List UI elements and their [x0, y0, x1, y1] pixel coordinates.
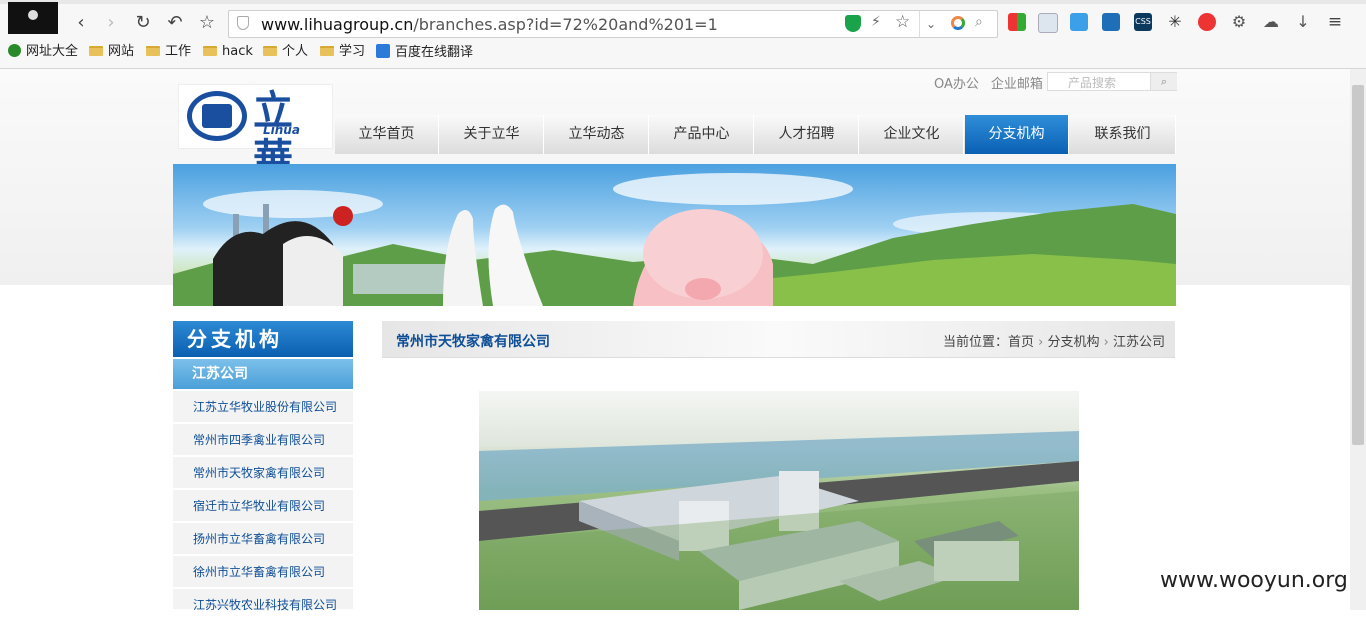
facility-photo — [479, 391, 1079, 610]
bug-icon[interactable]: ✳ — [1166, 13, 1184, 31]
nav-about[interactable]: 关于立华 — [440, 115, 544, 154]
reload-icon[interactable]: ↻ — [132, 12, 154, 34]
breadcrumb: 当前位置：首页 › 分支机构 › 江苏公司 — [943, 331, 1165, 350]
cloud-drive-icon[interactable] — [1102, 13, 1120, 31]
bookmark-item[interactable]: 百度在线翻译 — [376, 44, 473, 60]
profile-avatar[interactable] — [8, 2, 58, 34]
scrollbar-thumb[interactable] — [1352, 85, 1364, 445]
site-info-icon[interactable] — [237, 16, 249, 30]
bookmark-star-icon[interactable]: ☆ — [895, 12, 910, 32]
content-title: 常州市天牧家禽有限公司 — [396, 334, 550, 350]
weibo-icon[interactable] — [1198, 13, 1216, 31]
sidebar-item[interactable]: 常州市四季禽业有限公司 — [173, 424, 353, 456]
folder-icon — [203, 46, 217, 56]
bookmark-item[interactable]: 个人 — [263, 44, 308, 60]
address-bar[interactable]: www.lihuagroup.cn/branches.asp?id=72%20a… — [228, 10, 998, 38]
globe-icon — [8, 44, 21, 57]
css-icon[interactable]: CSS — [1134, 13, 1152, 31]
sidebar-item[interactable]: 江苏兴牧农业科技有限公司 — [173, 589, 353, 612]
search-button[interactable]: ⌕ — [1150, 73, 1177, 90]
site-logo[interactable]: 立華 Lihua — [178, 84, 333, 182]
breadcrumb-current[interactable]: 江苏公司 — [1113, 335, 1165, 350]
lightning-icon[interactable]: ⚡ — [871, 14, 881, 30]
logo-emblem — [187, 91, 247, 141]
bookmark-item[interactable]: 网址大全 — [8, 44, 78, 60]
sidebar-item[interactable]: 江苏立华牧业股份有限公司 — [173, 391, 353, 423]
back-icon[interactable]: ‹ — [70, 12, 92, 34]
nav-branches[interactable]: 分支机构 — [965, 115, 1069, 154]
folder-icon — [146, 46, 160, 56]
apps-icon[interactable] — [1008, 13, 1026, 31]
facility-illustration — [479, 431, 1079, 610]
logo-subtext: Lihua — [263, 123, 300, 137]
tab-strip — [0, 0, 1366, 4]
nav-contact[interactable]: 联系我们 — [1070, 115, 1176, 154]
bookmark-item[interactable]: 工作 — [146, 44, 191, 60]
banner-illustration — [173, 173, 1176, 306]
search-input[interactable]: 产品搜索 — [1068, 74, 1116, 91]
breadcrumb-home[interactable]: 首页 — [1008, 335, 1034, 350]
email-link[interactable]: 企业邮箱 — [991, 77, 1043, 92]
main-nav: 立华首页 关于立华 立华动态 产品中心 人才招聘 企业文化 分支机构 联系我们 — [335, 115, 1176, 154]
product-search[interactable]: 产品搜索 ⌕ — [1047, 72, 1177, 91]
folder-icon — [263, 46, 277, 56]
watermark-text: www.wooyun.org — [1160, 568, 1348, 593]
breadcrumb-branches[interactable]: 分支机构 — [1047, 335, 1099, 350]
browser-engine-icon[interactable] — [951, 16, 965, 30]
download-icon[interactable]: ↓ — [1294, 13, 1312, 31]
sidebar-heading: 分支机构 — [173, 321, 353, 357]
cloud-icon[interactable]: ☁ — [1262, 13, 1280, 31]
sidebar-item[interactable]: 宿迁市立华牧业有限公司 — [173, 490, 353, 522]
shield-icon[interactable] — [845, 15, 861, 32]
nav-culture[interactable]: 企业文化 — [860, 115, 964, 154]
nav-careers[interactable]: 人才招聘 — [755, 115, 859, 154]
bookmark-item[interactable]: hack — [203, 44, 253, 60]
star-icon[interactable]: ☆ — [196, 12, 218, 34]
sidebar-subheading[interactable]: 江苏公司 — [173, 359, 353, 389]
nav-home[interactable]: 立华首页 — [335, 115, 439, 154]
sidebar-item[interactable]: 常州市天牧家禽有限公司 — [173, 457, 353, 489]
bookmark-item[interactable]: 网站 — [89, 44, 134, 60]
banner-image — [173, 164, 1176, 306]
bookmark-item[interactable]: 学习 — [320, 44, 365, 60]
forward-icon[interactable]: › — [100, 12, 122, 34]
translate-icon — [376, 44, 390, 58]
sidebar-item[interactable]: 徐州市立华畜禽有限公司 — [173, 556, 353, 588]
undo-icon[interactable]: ↶ — [164, 12, 186, 34]
settings-icon[interactable]: ⚙ — [1230, 13, 1248, 31]
search-icon[interactable]: ⌕ — [975, 14, 983, 30]
bookmarks-bar: 网址大全 网站 工作 hack 个人 学习 百度在线翻译 — [0, 40, 1366, 64]
oa-link[interactable]: OA办公 — [934, 77, 979, 92]
content-header: 常州市天牧家禽有限公司 当前位置：首页 › 分支机构 › 江苏公司 — [382, 321, 1175, 358]
chevron-right-icon: › — [1038, 335, 1044, 350]
nav-products[interactable]: 产品中心 — [650, 115, 754, 154]
menu-icon[interactable]: ≡ — [1326, 13, 1344, 31]
nav-news[interactable]: 立华动态 — [545, 115, 649, 154]
top-links: OA办公 企业邮箱 — [934, 73, 1055, 92]
folder-icon — [320, 46, 334, 56]
sidebar-item[interactable]: 扬州市立华畜禽有限公司 — [173, 523, 353, 555]
screenshot-icon[interactable] — [1038, 13, 1058, 33]
dropdown-icon[interactable]: ⌄ — [919, 11, 942, 37]
breadcrumb-label: 当前位置： — [942, 335, 1008, 350]
url-text: www.lihuagroup.cn/branches.asp?id=72%20a… — [261, 15, 718, 34]
notes-icon[interactable] — [1070, 13, 1088, 31]
folder-icon — [89, 46, 103, 56]
chevron-right-icon: › — [1103, 335, 1109, 350]
